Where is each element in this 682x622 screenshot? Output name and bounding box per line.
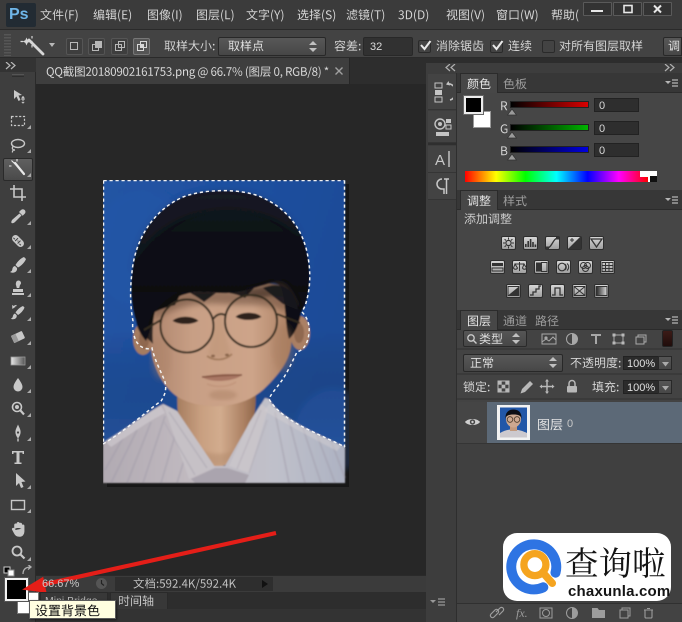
svg-text:A: A	[435, 152, 445, 169]
svg-text:fx.: fx.	[516, 606, 528, 620]
